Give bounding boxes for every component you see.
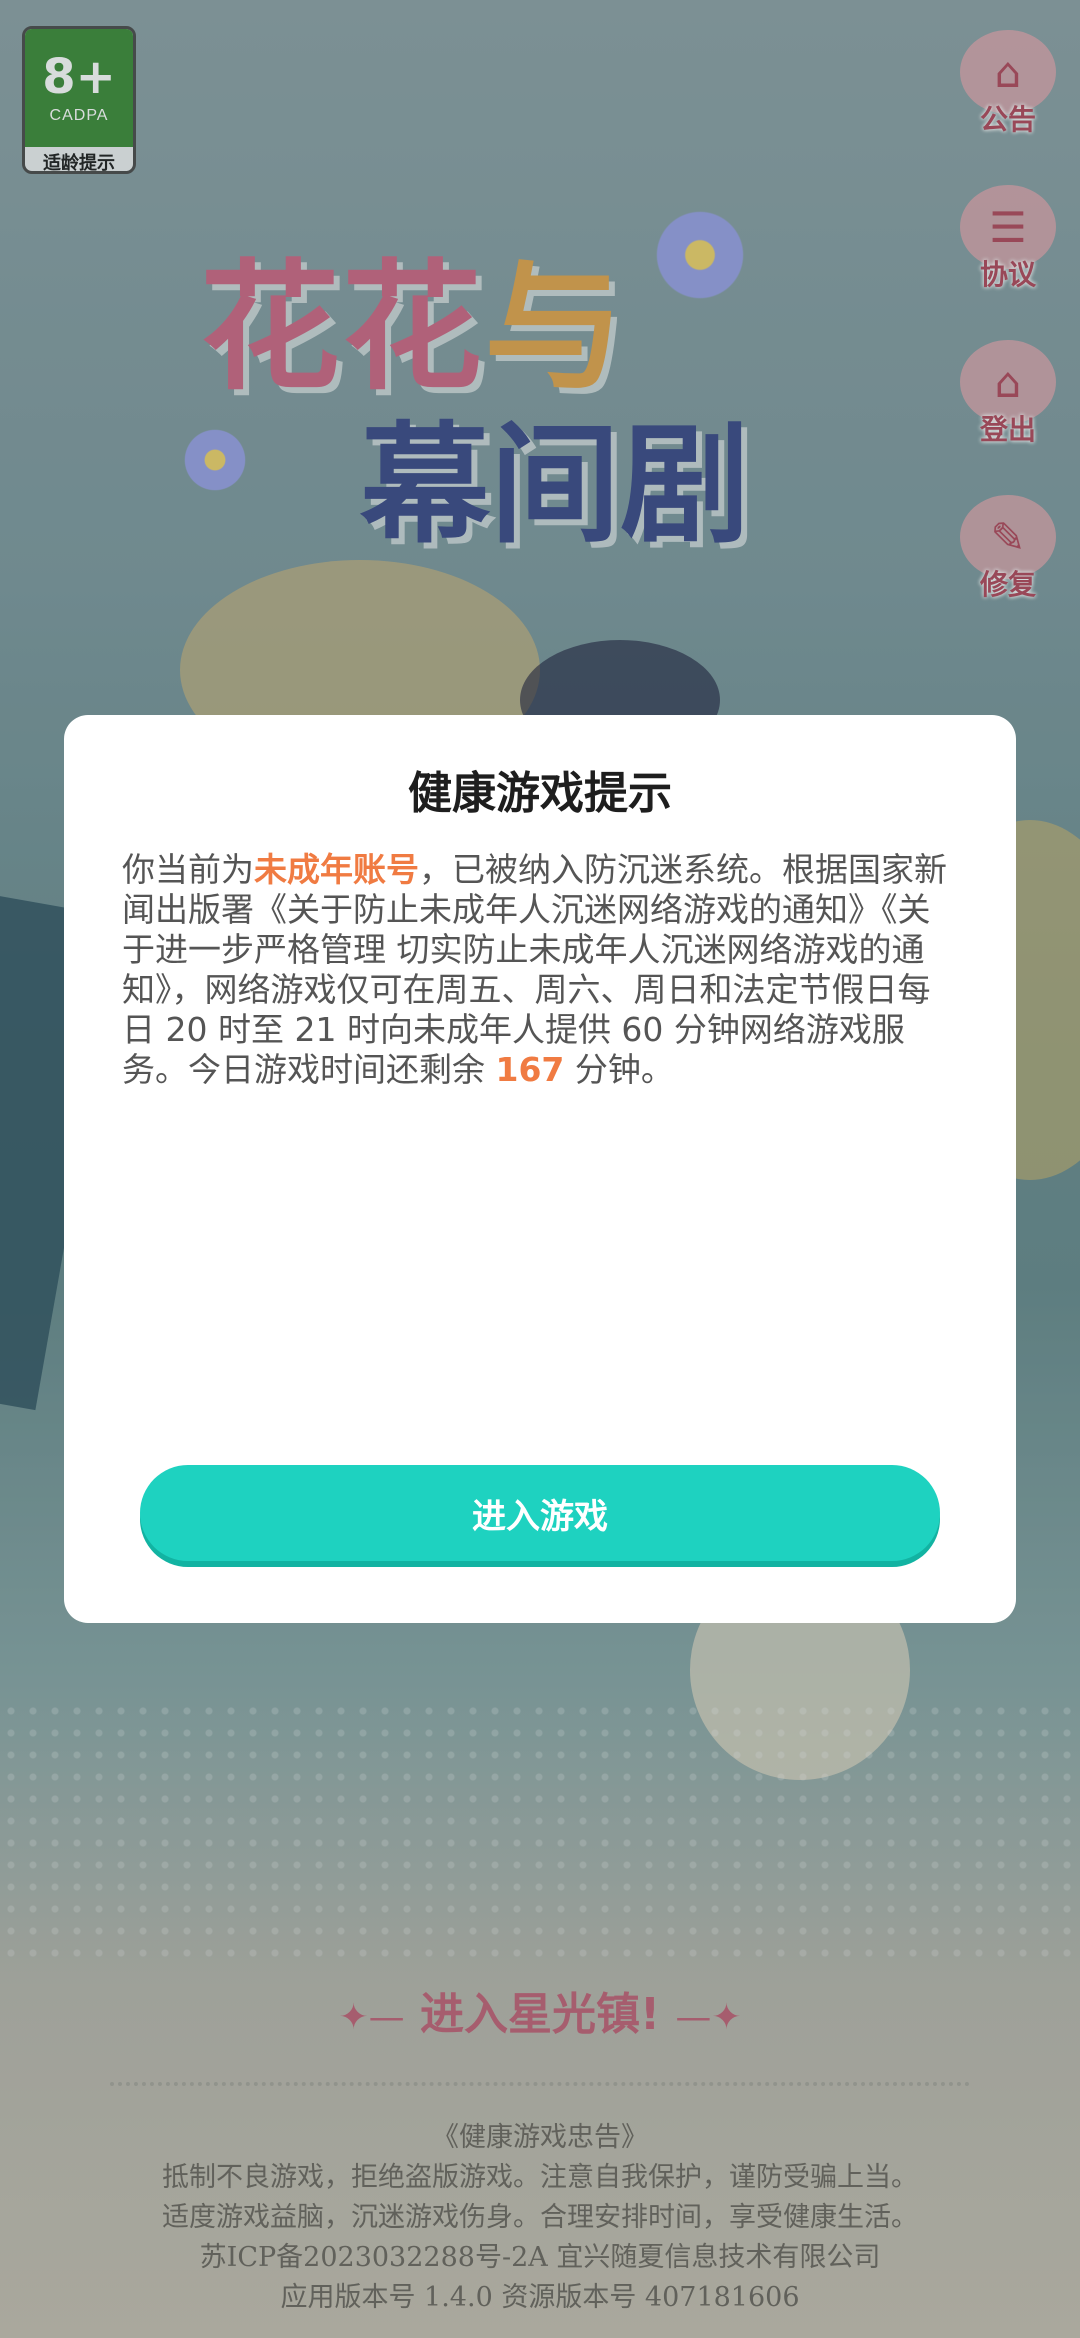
body-prefix: 你当前为: [122, 850, 254, 889]
dialog-title: 健康游戏提示: [408, 768, 672, 819]
enter-game-button[interactable]: 进入游戏: [140, 1465, 940, 1561]
minor-account-highlight: 未成年账号: [254, 850, 419, 889]
health-notice-dialog: 健康游戏提示 你当前为未成年账号，已被纳入防沉迷系统。根据国家新闻出版署《关于防…: [64, 715, 1016, 1623]
dialog-body: 你当前为未成年账号，已被纳入防沉迷系统。根据国家新闻出版署《关于防止未成年人沉迷…: [122, 850, 962, 1090]
remaining-minutes: 167: [495, 1050, 565, 1089]
game-launch-screen: 8+ CADPA 适龄提示 花花与 幕间剧 ⌂ 公告 ☰ 协议 ⌂ 登出 ✎ 修…: [0, 0, 1080, 2338]
body-suffix: 分钟。: [564, 1050, 674, 1089]
